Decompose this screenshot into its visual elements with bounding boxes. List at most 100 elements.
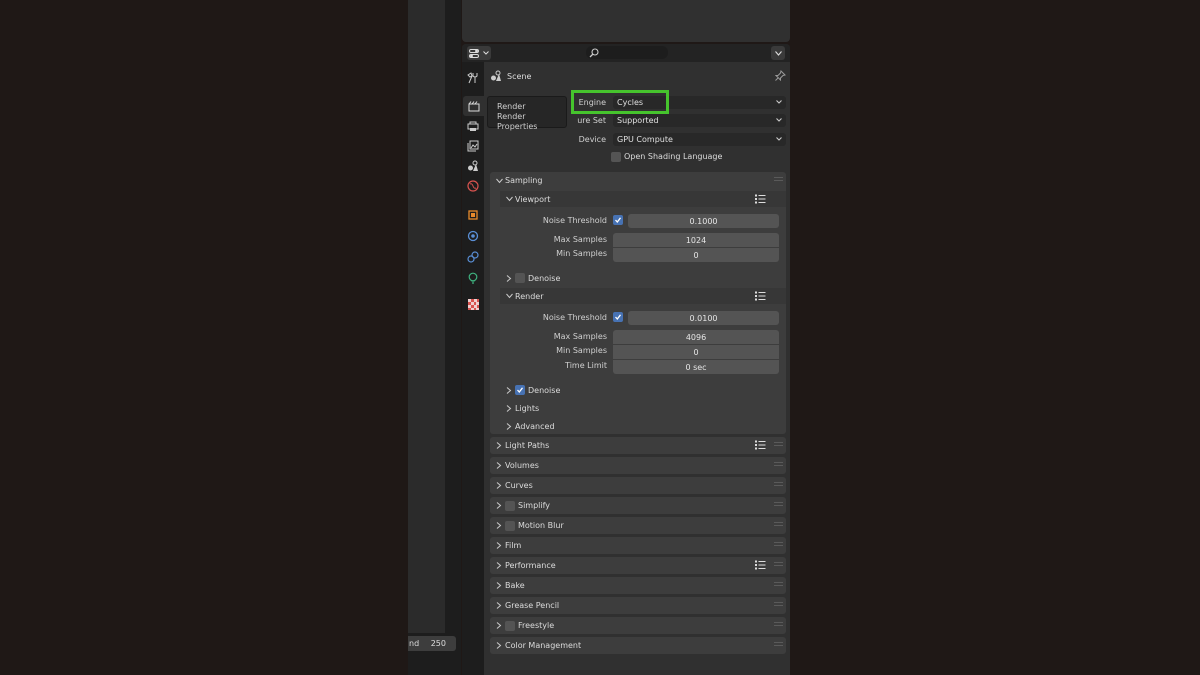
viewport-denoise-checkbox[interactable] (515, 273, 525, 283)
panel-light-paths[interactable]: Light Paths (490, 437, 786, 454)
panel-curves[interactable]: Curves (490, 477, 786, 494)
panel-freestyle-label: Freestyle (518, 621, 555, 630)
feature-set-dropdown[interactable]: Supported (613, 114, 786, 127)
subpanel-lights[interactable]: Lights (500, 400, 786, 416)
preset-list-icon[interactable] (755, 560, 766, 570)
panel-color-management-label: Color Management (505, 641, 582, 650)
drag-handle-icon[interactable] (774, 562, 783, 568)
checkmark-icon (615, 217, 622, 224)
subpanel-advanced[interactable]: Advanced (500, 418, 786, 434)
render-noise-threshold-value: 0.0100 (689, 313, 718, 323)
chevron-down-icon (776, 137, 782, 141)
render-min-samples-field[interactable]: 0 (613, 345, 779, 359)
subpanel-viewport-label: Viewport (515, 194, 551, 204)
pin-icon[interactable] (775, 70, 786, 81)
options-dropdown-button[interactable] (771, 46, 785, 60)
panel-volumes-label: Volumes (505, 461, 539, 470)
panel-color-management[interactable]: Color Management (490, 637, 786, 654)
checkmark-icon (517, 387, 524, 394)
tab-world[interactable] (462, 176, 484, 196)
image-stack-icon (467, 140, 479, 152)
render-max-samples-field[interactable]: 4096 (613, 330, 779, 344)
tab-object[interactable] (462, 205, 484, 225)
preset-list-icon[interactable] (755, 291, 766, 301)
drag-handle-icon[interactable] (774, 442, 783, 448)
drag-handle-icon[interactable] (774, 522, 783, 528)
device-dropdown[interactable]: GPU Compute (613, 133, 786, 146)
motion-blur-checkbox[interactable] (505, 520, 515, 531)
tab-tool[interactable] (462, 68, 484, 88)
simplify-checkbox[interactable] (505, 500, 515, 511)
drag-handle-icon[interactable] (774, 542, 783, 548)
panel-sampling-header[interactable]: Sampling (490, 172, 786, 189)
panel-simplify[interactable]: Simplify (490, 497, 786, 514)
physics-icon (467, 230, 479, 242)
tab-render[interactable] (463, 96, 485, 116)
viewport-noise-threshold-field[interactable]: 0.1000 (628, 214, 779, 228)
drag-handle-icon[interactable] (774, 482, 783, 488)
panel-motion-blur[interactable]: Motion Blur (490, 517, 786, 534)
drag-handle-icon[interactable] (774, 602, 783, 608)
panel-bake[interactable]: Bake (490, 577, 786, 594)
frame-end-field[interactable]: nd 250 (408, 636, 456, 651)
preset-list-icon[interactable] (755, 440, 766, 450)
chevron-right-icon (496, 542, 502, 549)
viewport-max-samples-field[interactable]: 1024 (613, 233, 779, 247)
object-cube-icon (468, 210, 478, 220)
chevron-down-icon (505, 293, 513, 299)
subpanel-render-header[interactable]: Render (500, 288, 786, 304)
osl-label: Open Shading Language (624, 152, 723, 161)
render-noise-threshold-checkbox[interactable] (613, 312, 623, 322)
tab-scene[interactable] (462, 156, 484, 176)
chevron-right-icon (506, 422, 512, 430)
drag-handle-icon[interactable] (774, 582, 783, 588)
panel-freestyle[interactable]: Freestyle (490, 617, 786, 634)
search-input[interactable] (586, 46, 668, 59)
checkmark-icon (615, 314, 622, 321)
device-value: GPU Compute (617, 135, 673, 144)
editor-type-button[interactable] (467, 46, 491, 60)
tab-output[interactable] (462, 116, 484, 136)
panel-grease-pencil-label: Grease Pencil (505, 601, 560, 610)
tab-texture[interactable] (462, 294, 484, 314)
render-denoise-checkbox[interactable] (515, 385, 525, 395)
freestyle-checkbox[interactable] (505, 620, 515, 631)
tab-data[interactable] (462, 268, 484, 288)
render-time-limit-value: 0 sec (685, 362, 707, 372)
scene-icon (468, 160, 478, 171)
viewport-noise-threshold-checkbox[interactable] (613, 215, 623, 225)
render-noise-threshold-field[interactable]: 0.0100 (628, 311, 779, 325)
tab-view-layer[interactable] (462, 136, 484, 156)
drag-handle-icon[interactable] (774, 622, 783, 628)
panel-motion-blur-label: Motion Blur (518, 521, 564, 530)
drag-handle-icon[interactable] (774, 462, 783, 468)
engine-highlight-annotation (571, 90, 669, 114)
tab-constraints[interactable] (462, 247, 484, 267)
printer-icon (467, 121, 479, 131)
preset-list-icon[interactable] (755, 194, 766, 204)
properties-tab-bar (462, 62, 485, 675)
drag-handle-icon[interactable] (774, 502, 783, 508)
tab-physics[interactable] (462, 226, 484, 246)
subpanel-advanced-label: Advanced (515, 421, 555, 431)
viewport-min-samples-field[interactable]: 0 (613, 248, 779, 262)
chevron-right-icon (496, 482, 502, 489)
top-editor-area (462, 0, 790, 42)
subpanel-viewport-header[interactable]: Viewport (500, 191, 786, 207)
panel-performance[interactable]: Performance (490, 557, 786, 574)
chevron-right-icon (496, 462, 502, 469)
panel-volumes[interactable]: Volumes (490, 457, 786, 474)
drag-handle-icon[interactable] (774, 642, 783, 648)
subpanel-render-denoise[interactable]: Denoise (500, 382, 786, 398)
osl-row[interactable]: Open Shading Language (611, 150, 722, 163)
render-time-limit-field[interactable]: 0 sec (613, 360, 779, 374)
chevron-right-icon (496, 622, 502, 629)
viewport-max-samples-value: 1024 (685, 235, 707, 245)
panel-grease-pencil[interactable]: Grease Pencil (490, 597, 786, 614)
panel-film[interactable]: Film (490, 537, 786, 554)
osl-checkbox[interactable] (611, 151, 621, 162)
world-globe-icon (467, 180, 479, 192)
render-noise-threshold-label: Noise Threshold (542, 313, 607, 322)
drag-handle-icon[interactable] (774, 177, 783, 183)
subpanel-viewport-denoise[interactable]: Denoise (500, 270, 786, 286)
